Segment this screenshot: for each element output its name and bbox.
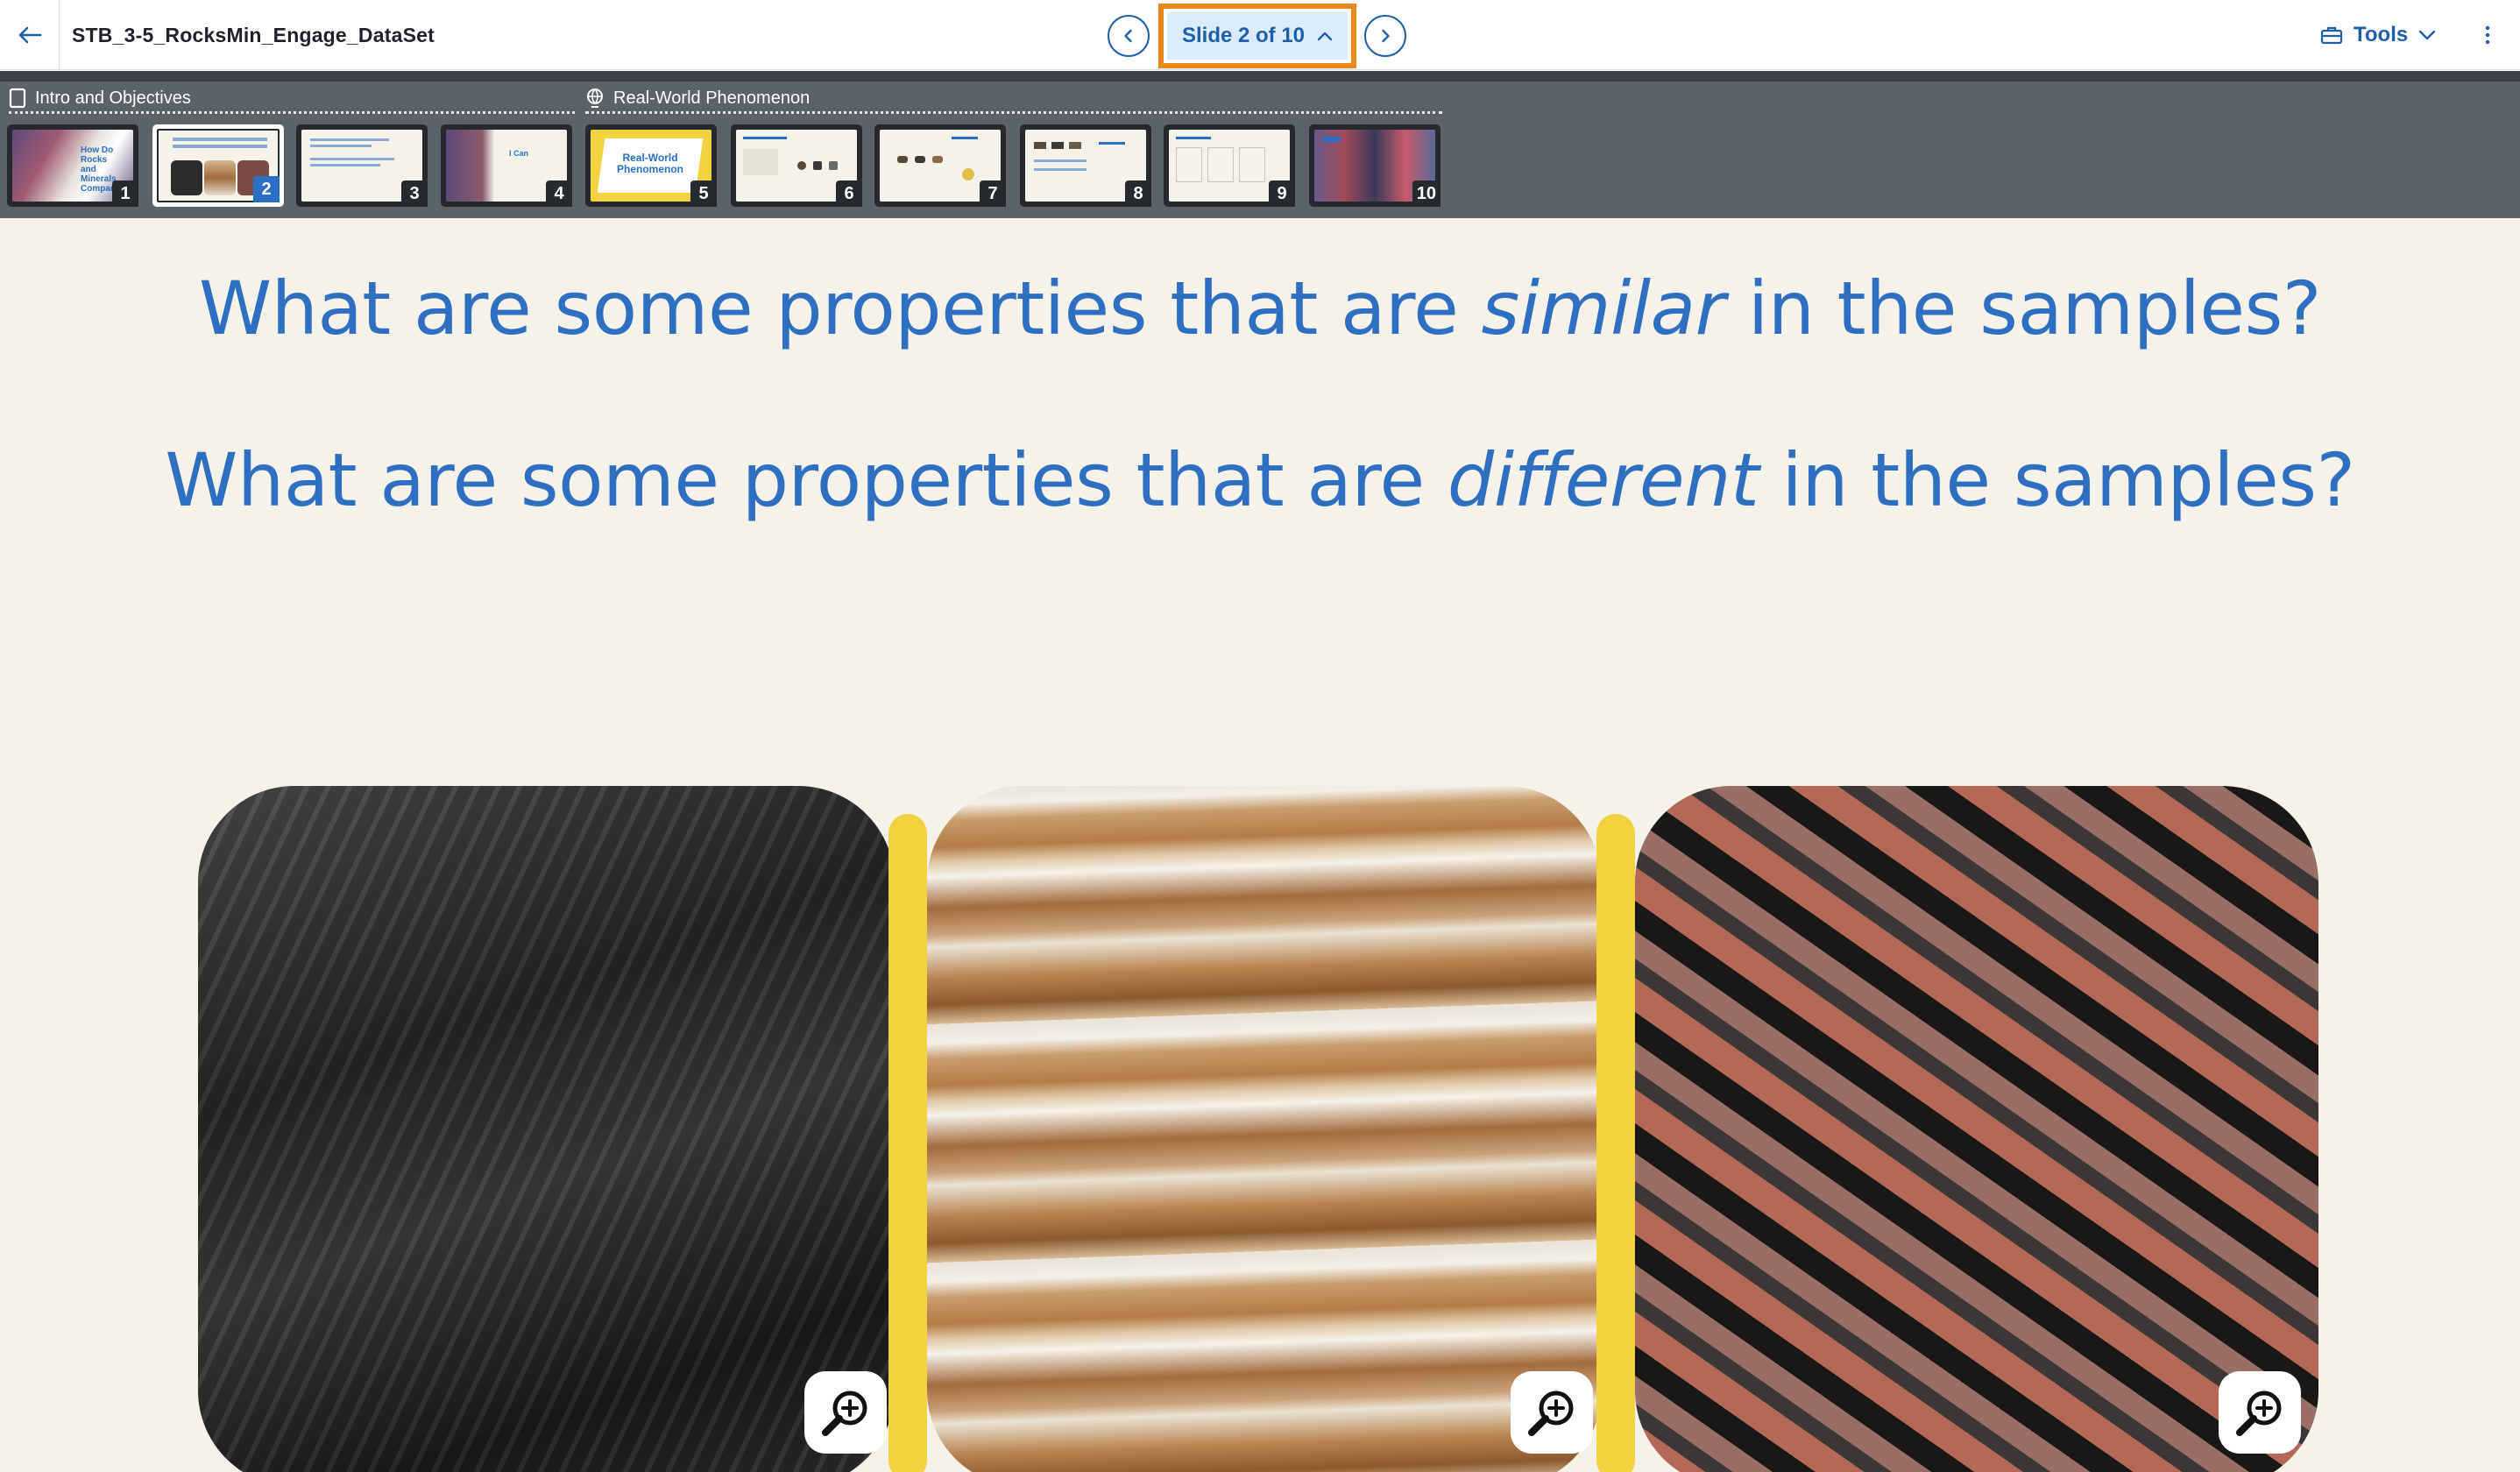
- more-options-button[interactable]: [2474, 18, 2501, 53]
- question-text: in the samples?: [1724, 265, 2322, 351]
- slide-indicator-inner: Slide 2 of 10: [1167, 12, 1348, 60]
- thumbnail-dot: [915, 156, 925, 163]
- thumbnail-dot: [797, 161, 806, 170]
- question-text: in the samples?: [1759, 437, 2355, 523]
- thumbnail-dot: [1051, 142, 1064, 149]
- thumbnail-line: [1034, 159, 1087, 162]
- zoom-in-icon: [2236, 1391, 2282, 1436]
- thumbnail-rock: [171, 160, 202, 195]
- thumbnail-line: [310, 158, 394, 160]
- rock-sample-image-3: [1635, 786, 2318, 1472]
- thumbnail-block: [743, 149, 778, 175]
- thumbnail-rock: [204, 160, 236, 195]
- thumbnail-number: 6: [836, 180, 862, 207]
- section-divider-phenomenon: [585, 111, 1442, 114]
- question-emphasis: different: [1447, 437, 1759, 523]
- slide-thumbnail-2[interactable]: 2: [152, 124, 284, 207]
- section-label-text: Real-World Phenomenon: [613, 88, 811, 108]
- thumbnail-block: [1239, 147, 1265, 182]
- chevron-up-icon: [1317, 32, 1333, 41]
- thumbnail-number: 1: [112, 180, 138, 207]
- slide-thumbnail-1[interactable]: How Do Rocks and Minerals Compare? 1: [7, 124, 138, 207]
- thumbnail-dot: [829, 161, 838, 170]
- thumbnail-number: 7: [980, 180, 1006, 207]
- thumbnail-dot: [1034, 142, 1046, 149]
- slide-canvas: What are some properties that are simila…: [0, 218, 2520, 1472]
- arrow-left-icon: [18, 26, 41, 44]
- question-different: What are some properties that are differ…: [0, 437, 2520, 523]
- section-label-phenomenon: Real-World Phenomenon: [585, 85, 810, 111]
- question-similar: What are some properties that are simila…: [0, 265, 2520, 351]
- thumbnail-number: 2: [253, 176, 280, 202]
- thumbnail-number: 8: [1125, 180, 1151, 207]
- thumbnail-dot: [932, 156, 943, 163]
- thumbnail-line: [1323, 137, 1341, 142]
- slide-thumbnail-6[interactable]: 6: [731, 124, 862, 207]
- zoom-image-2-button[interactable]: [1511, 1371, 1593, 1454]
- zoom-image-3-button[interactable]: [2219, 1371, 2301, 1454]
- slide-thumbnail-9[interactable]: 9: [1164, 124, 1295, 207]
- vertical-dots-icon: [2485, 25, 2490, 45]
- tools-label: Tools: [2354, 23, 2409, 46]
- thumbnail-block: [1176, 147, 1202, 182]
- globe-icon: [587, 88, 603, 108]
- section-label-intro: Intro and Objectives: [9, 85, 191, 111]
- document-title: STB_3-5_RocksMin_Engage_DataSet: [72, 24, 435, 46]
- thumbnail-number: 9: [1269, 180, 1295, 207]
- thumbnail-text: I Can: [509, 149, 529, 158]
- thumbnail-line: [1034, 168, 1087, 171]
- yellow-divider: [1596, 814, 1635, 1472]
- thumbnail-dot: [1069, 142, 1081, 149]
- section-label-text: Intro and Objectives: [35, 88, 191, 108]
- question-text: What are some properties that are: [165, 437, 1448, 523]
- question-text: What are some properties that are: [199, 265, 1482, 351]
- thumbnail-number: 3: [401, 180, 428, 207]
- thumbnail-line: [743, 137, 787, 139]
- back-button[interactable]: [0, 0, 60, 70]
- thumbnail-dot: [962, 168, 974, 180]
- thumbnail-text: Real-World Phenomenon: [616, 152, 683, 175]
- thumbnail-line: [310, 164, 380, 166]
- thumbnail-dot: [813, 161, 822, 170]
- thumbnail-line: [952, 137, 978, 139]
- book-icon: [9, 88, 26, 109]
- question-emphasis: similar: [1481, 265, 1726, 351]
- section-divider-intro: [9, 111, 575, 114]
- tools-menu-button[interactable]: Tools: [2320, 0, 2436, 70]
- toolbox-icon: [2320, 26, 2343, 45]
- chevron-left-icon: [1124, 29, 1132, 43]
- zoom-image-1-button[interactable]: [804, 1371, 887, 1454]
- slide-thumbnail-4[interactable]: I Can 4: [441, 124, 572, 207]
- thumbnail-line: [1099, 142, 1125, 145]
- thumbnail-line: [173, 138, 267, 141]
- thumbnail-block: [1207, 147, 1234, 182]
- thumbnail-number: 10: [1412, 180, 1441, 207]
- strip-top-band: [0, 71, 2520, 81]
- zoom-in-icon: [1528, 1391, 1574, 1436]
- slide-thumbnail-strip: Intro and Objectives Real-World Phenomen…: [0, 71, 2520, 218]
- next-slide-button[interactable]: [1364, 15, 1406, 57]
- thumbnail-line: [310, 138, 389, 141]
- rock-sample-image-1: [198, 786, 895, 1472]
- slide-indicator-label: Slide 2 of 10: [1181, 24, 1306, 47]
- thumbnail-dot: [897, 156, 908, 163]
- thumbnail-number: 4: [546, 180, 572, 207]
- thumbnail-line: [173, 145, 267, 148]
- slide-thumbnail-7[interactable]: 7: [874, 124, 1006, 207]
- previous-slide-button[interactable]: [1108, 15, 1150, 57]
- yellow-divider: [888, 814, 927, 1472]
- chevron-right-icon: [1382, 29, 1390, 43]
- thumbnail-line: [1176, 137, 1211, 139]
- zoom-in-icon: [822, 1391, 867, 1436]
- thumbnail-number: 5: [690, 180, 717, 207]
- slide-thumbnail-3[interactable]: 3: [296, 124, 428, 207]
- slide-thumbnail-10[interactable]: 10: [1309, 124, 1441, 207]
- chevron-down-icon: [2419, 30, 2436, 40]
- slide-indicator-button[interactable]: Slide 2 of 10: [1158, 4, 1356, 68]
- thumbnail-line: [310, 145, 372, 147]
- slide-thumbnail-8[interactable]: 8: [1020, 124, 1151, 207]
- top-bar: STB_3-5_RocksMin_Engage_DataSet Slide 2 …: [0, 0, 2520, 70]
- rock-sample-image-2: [927, 786, 1602, 1472]
- slide-thumbnail-5[interactable]: Real-World Phenomenon 5: [585, 124, 717, 207]
